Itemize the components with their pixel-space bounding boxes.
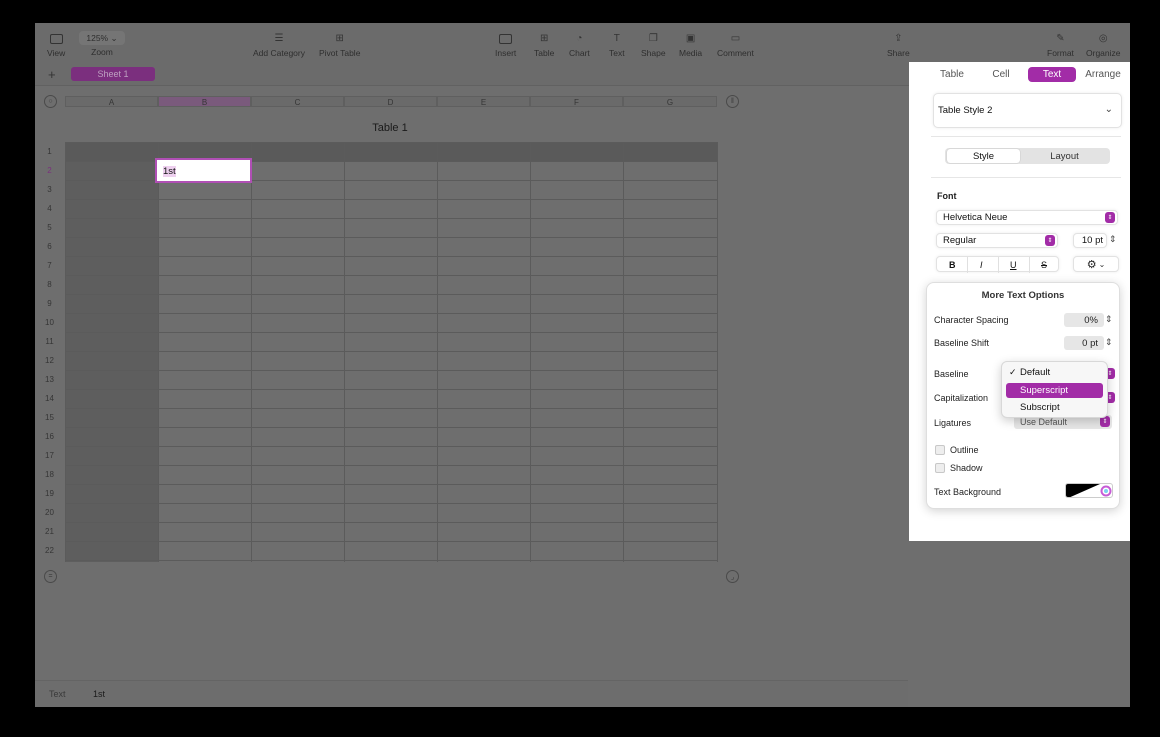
font-size-stepper-icon[interactable]: ⇕ — [1109, 234, 1117, 245]
row-header-6[interactable]: 6 — [42, 237, 57, 256]
row-header-3[interactable]: 3 — [42, 180, 57, 199]
strikethrough-button[interactable]: S — [1041, 260, 1047, 270]
header-column — [65, 161, 158, 562]
popover-title: More Text Options — [981, 290, 1065, 301]
row-header-9[interactable]: 9 — [42, 294, 57, 313]
menu-item-superscript[interactable]: Superscript — [1006, 383, 1103, 398]
baseline-shift-field[interactable]: 0 pt — [1064, 336, 1104, 350]
gear-icon: ⚙ — [1086, 258, 1097, 271]
chevron-down-icon: ⌄ — [1104, 104, 1113, 115]
baseline-shift-label: Baseline Shift — [934, 338, 990, 348]
divider — [931, 177, 1121, 178]
separator — [998, 257, 999, 273]
character-spacing-field[interactable]: 0% — [1064, 313, 1104, 327]
underline-button[interactable]: U — [1010, 260, 1017, 270]
capitalization-label: Capitalization — [934, 393, 989, 403]
tab-table[interactable]: Table — [934, 67, 970, 82]
row-header-5[interactable]: 5 — [42, 218, 57, 237]
row-header-11[interactable]: 11 — [42, 332, 57, 351]
baseline-menu: ✓ Default Superscript Subscript — [1001, 361, 1108, 418]
text-style-buttons: B I U S — [936, 256, 1059, 273]
shadow-label: Shadow — [950, 463, 983, 473]
font-heading: Font — [937, 191, 957, 201]
row-header-7[interactable]: 7 — [42, 256, 57, 275]
up-down-chevron-icon: ⇕ — [1045, 235, 1055, 246]
tab-cell[interactable]: Cell — [985, 67, 1017, 82]
font-size-field[interactable]: 10 pt — [1073, 233, 1107, 248]
color-swatch — [1066, 484, 1112, 497]
divider — [931, 136, 1121, 137]
bold-button[interactable]: B — [949, 260, 956, 270]
row-header-17[interactable]: 17 — [42, 446, 57, 465]
baseline-label: Baseline — [934, 369, 969, 379]
chevron-down-icon: ⌄ — [1098, 259, 1106, 269]
selected-cell-b2[interactable]: 1st — [155, 158, 252, 183]
ligatures-label: Ligatures — [934, 418, 972, 428]
row-header-10[interactable]: 10 — [42, 313, 57, 332]
row-header-18[interactable]: 18 — [42, 465, 57, 484]
menu-item-default[interactable]: Default — [1006, 365, 1103, 380]
segment-layout[interactable]: Layout — [1027, 149, 1102, 163]
character-spacing-label: Character Spacing — [934, 315, 1009, 325]
row-header-20[interactable]: 20 — [42, 503, 57, 522]
outline-label: Outline — [950, 445, 979, 455]
separator — [1029, 257, 1030, 273]
row-header-19[interactable]: 19 — [42, 484, 57, 503]
segment-style[interactable]: Style — [947, 149, 1020, 163]
row-header-21[interactable]: 21 — [42, 522, 57, 541]
italic-button[interactable]: I — [980, 260, 983, 270]
row-header-2[interactable]: 2 — [42, 161, 57, 180]
separator — [967, 257, 968, 273]
font-family-popup[interactable]: Helvetica Neue ⇕ — [936, 210, 1118, 225]
row-header-1[interactable]: 1 — [42, 142, 57, 161]
tab-text[interactable]: Text — [1028, 67, 1076, 82]
character-spacing-stepper-icon[interactable]: ⇕ — [1105, 314, 1113, 325]
shadow-checkbox[interactable] — [935, 463, 945, 473]
row-header-8[interactable]: 8 — [42, 275, 57, 294]
style-layout-segment: Style Layout — [945, 148, 1110, 164]
row-header-16[interactable]: 16 — [42, 427, 57, 446]
tab-arrange[interactable]: Arrange — [1082, 67, 1124, 82]
font-style-popup[interactable]: Regular ⇕ — [936, 233, 1058, 248]
more-text-options-button[interactable]: ⚙ ⌄ — [1073, 256, 1119, 272]
cell-text[interactable]: 1st — [163, 166, 176, 177]
table-style-dropdown[interactable]: Table Style 2 ⌄ — [933, 93, 1122, 128]
menu-item-subscript[interactable]: Subscript — [1006, 400, 1103, 415]
row-header-14[interactable]: 14 — [42, 389, 57, 408]
outline-checkbox[interactable] — [935, 445, 945, 455]
row-header-12[interactable]: 12 — [42, 351, 57, 370]
text-background-color-well[interactable] — [1065, 483, 1113, 498]
row-header-22[interactable]: 22 — [42, 541, 57, 560]
row-header-4[interactable]: 4 — [42, 199, 57, 218]
row-header-15[interactable]: 15 — [42, 408, 57, 427]
up-down-chevron-icon: ⇕ — [1105, 212, 1115, 223]
baseline-shift-stepper-icon[interactable]: ⇕ — [1105, 337, 1113, 348]
text-background-label: Text Background — [934, 487, 1002, 497]
row-header-13[interactable]: 13 — [42, 370, 57, 389]
